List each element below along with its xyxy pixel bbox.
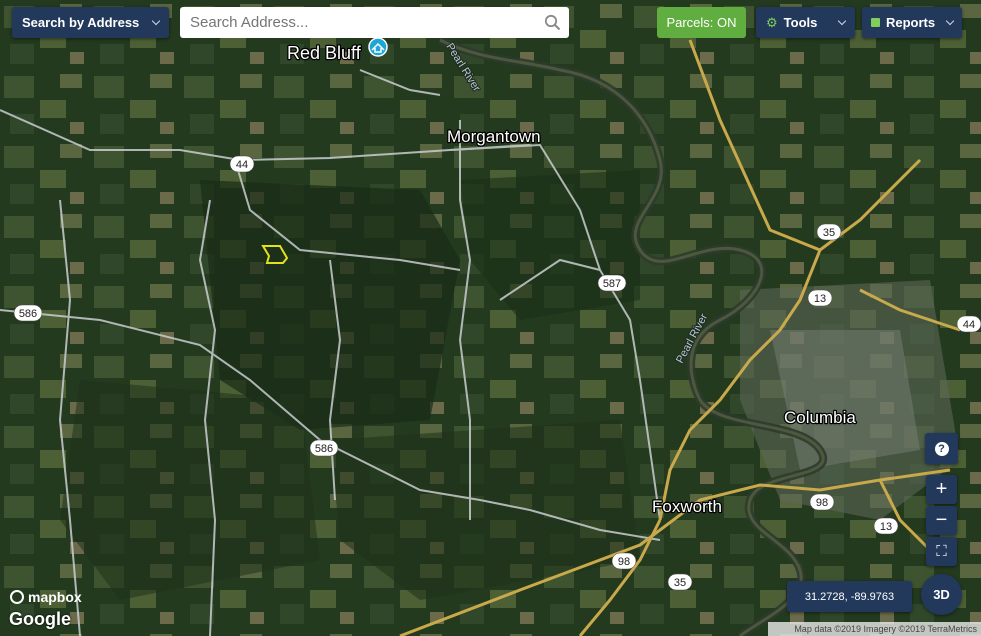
view-3d-label: 3D (933, 587, 950, 602)
svg-text:98: 98 (816, 497, 828, 509)
fullscreen-button[interactable]: ⛶ (926, 537, 957, 566)
view-3d-button[interactable]: 3D (921, 574, 962, 615)
search-mode-dropdown[interactable]: Search by Address (12, 7, 169, 38)
parcels-toggle-label: Parcels: ON (666, 15, 737, 30)
zoom-out-button[interactable]: − (926, 506, 957, 535)
coordinates-display: 31.2728, -89.9763 (787, 581, 912, 612)
chevron-down-icon (151, 16, 161, 26)
svg-text:586: 586 (315, 443, 333, 455)
route-shield: 98 (809, 493, 835, 511)
route-shield: 13 (873, 517, 899, 535)
place-label-foxworth: Foxworth (652, 497, 722, 516)
chevron-down-icon (837, 16, 847, 26)
parcels-toggle-button[interactable]: Parcels: ON (657, 7, 746, 38)
route-shield: 586 (309, 439, 339, 457)
report-chart-icon (871, 18, 880, 27)
tools-label: Tools (783, 15, 818, 30)
mapbox-wordmark: mapbox (28, 589, 82, 605)
svg-text:35: 35 (823, 227, 835, 239)
svg-text:35: 35 (674, 577, 686, 589)
svg-text:13: 13 (880, 521, 892, 533)
place-label-morgantown: Morgantown (447, 127, 541, 146)
svg-text:98: 98 (618, 556, 630, 568)
place-label-red-bluff: Red Bluff (287, 43, 362, 63)
route-shield: 35 (816, 223, 842, 241)
tools-dropdown-button[interactable]: ⚙ Tools (756, 7, 855, 38)
search-bar[interactable] (180, 7, 569, 38)
route-shield: 13 (807, 289, 833, 307)
place-label-columbia: Columbia (784, 408, 856, 427)
reports-label: Reports (886, 15, 936, 30)
route-shield: 587 (597, 274, 627, 292)
poi-marker-icon[interactable] (368, 37, 388, 57)
fullscreen-icon: ⛶ (936, 543, 947, 560)
reports-dropdown-button[interactable]: Reports (862, 7, 962, 38)
map-attribution: Map data ©2019 Imagery ©2019 TerraMetric… (768, 622, 981, 636)
chevron-down-icon (945, 16, 955, 26)
svg-text:44: 44 (236, 159, 248, 171)
coordinates-text: 31.2728, -89.9763 (804, 590, 895, 603)
route-shield: 586 (13, 304, 43, 322)
google-wordmark: Google (9, 609, 71, 629)
attribution-text: Map data ©2019 Imagery ©2019 TerraMetric… (794, 624, 977, 634)
question-icon: ? (934, 441, 949, 456)
help-button[interactable]: ? (925, 433, 958, 464)
gear-icon: ⚙ (766, 14, 778, 30)
svg-text:587: 587 (603, 278, 621, 290)
minus-icon: − (935, 509, 948, 531)
mapbox-logo[interactable]: mapbox (10, 587, 82, 607)
satellite-map[interactable]: Red Bluff Morgantown Columbia Foxworth P… (0, 0, 981, 636)
plus-icon: + (935, 478, 948, 500)
route-shield: 44 (956, 315, 981, 333)
svg-text:13: 13 (814, 293, 826, 305)
search-input[interactable] (180, 7, 530, 38)
search-icon[interactable] (544, 14, 561, 31)
mapbox-logo-icon (10, 590, 24, 604)
route-shield: 98 (611, 552, 637, 570)
route-shield: 35 (667, 573, 693, 591)
search-mode-label: Search by Address (22, 15, 140, 30)
svg-text:44: 44 (963, 319, 975, 331)
zoom-in-button[interactable]: + (926, 475, 957, 504)
google-logo: Google (9, 609, 71, 630)
svg-text:586: 586 (19, 308, 37, 320)
route-shield: 44 (229, 155, 255, 173)
